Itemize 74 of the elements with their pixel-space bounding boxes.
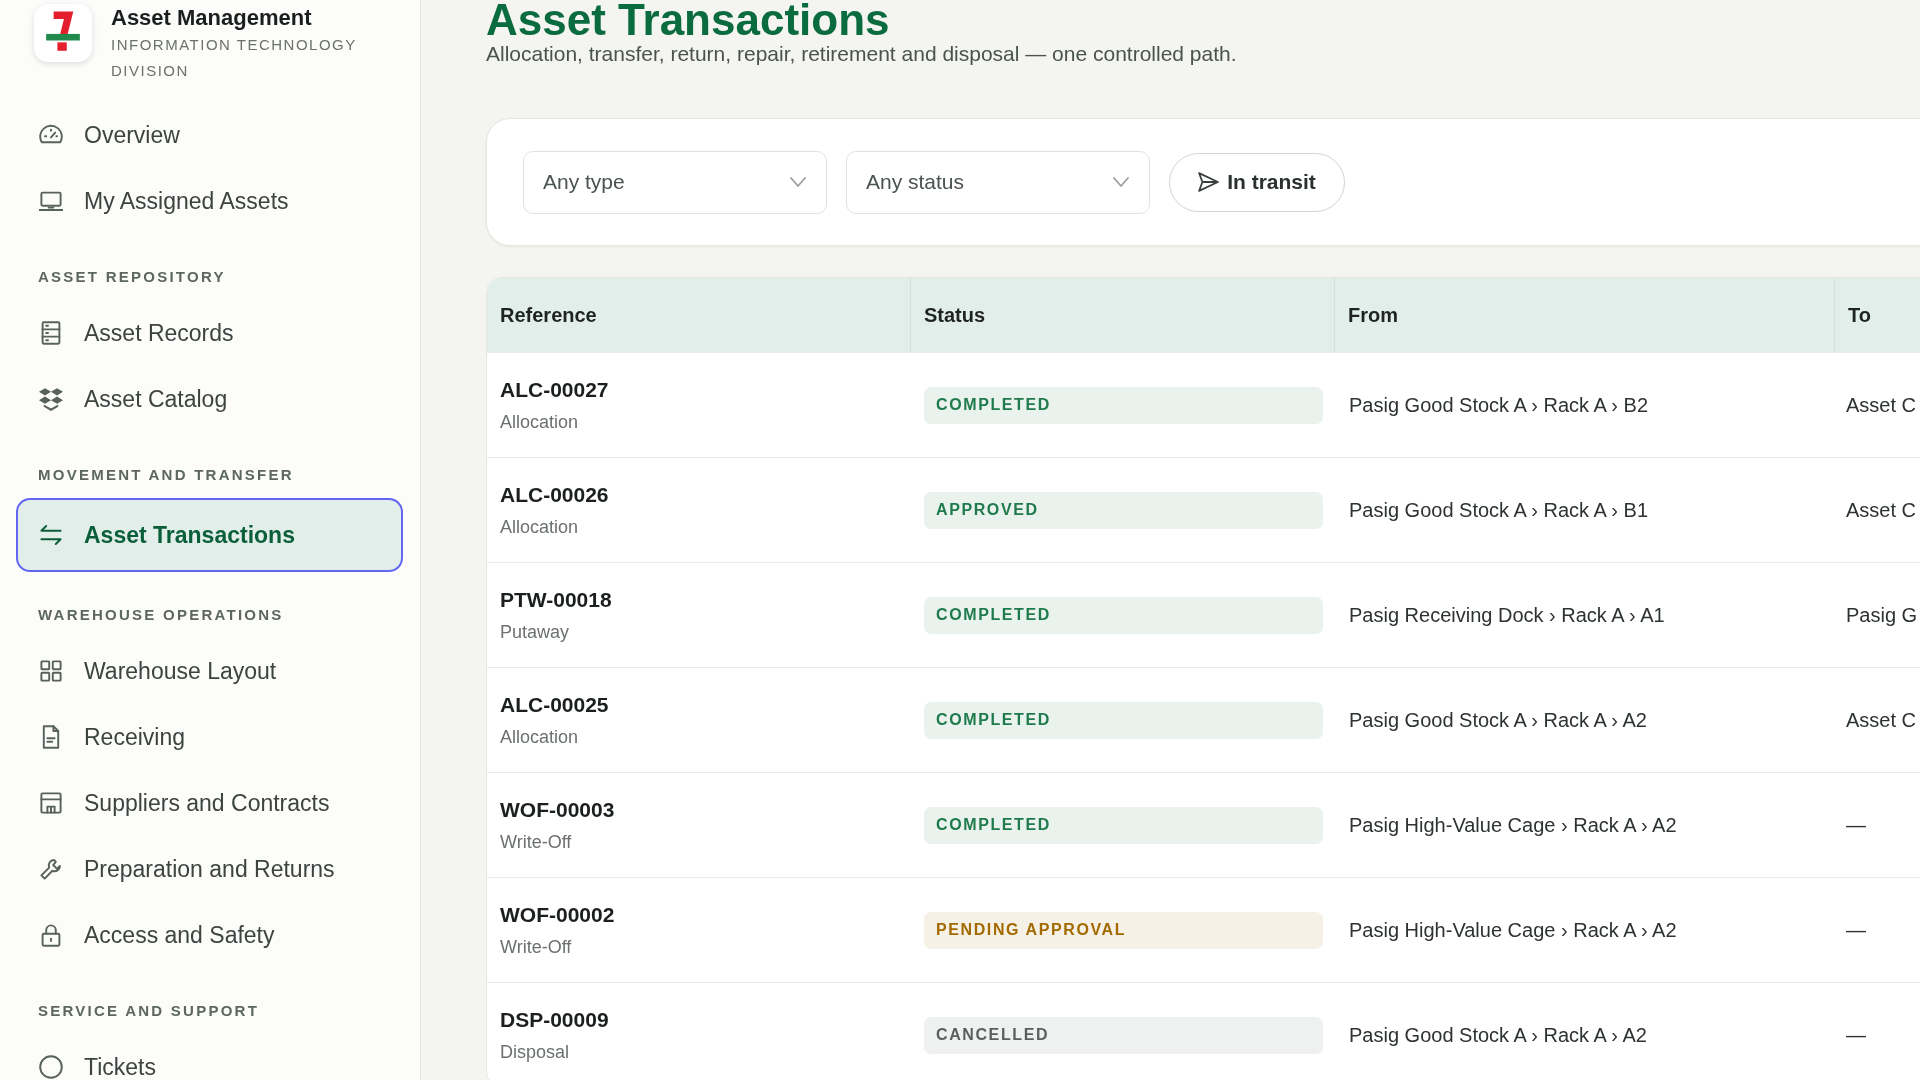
status-select[interactable]: Any status <box>846 150 1150 214</box>
storefront-icon <box>39 791 63 815</box>
from-location: Pasig Good Stock A › Rack A › B2 <box>1349 394 1649 416</box>
transaction-type: Allocation <box>500 515 579 539</box>
circle-icon <box>39 1055 63 1079</box>
transaction-type: Putaway <box>500 620 570 644</box>
type-select[interactable]: Any type <box>523 150 827 214</box>
cabinet-icon <box>39 321 63 345</box>
from-location: Pasig Good Stock A › Rack A › B1 <box>1349 499 1649 521</box>
column-header: Status <box>910 278 1334 352</box>
reference-number: ALC-00025 <box>500 691 609 718</box>
section-heading: MOVEMENT AND TRANSFER <box>37 465 294 485</box>
reference-number: WOF-00003 <box>500 796 615 823</box>
reference-number: DSP-00009 <box>500 1006 609 1033</box>
reference-number: PTW-00018 <box>500 586 612 613</box>
nav-item[interactable]: My Assigned Assets <box>16 168 403 234</box>
to-location: — <box>1846 1024 1866 1046</box>
nav-item[interactable]: Asset Transactions <box>16 498 403 572</box>
to-location: Asset C <box>1846 499 1917 521</box>
status-badge: COMPLETED <box>924 386 1323 424</box>
nav-item[interactable]: Tickets <box>16 1034 403 1080</box>
nav-item[interactable]: Suppliers and Contracts <box>16 770 403 836</box>
status-badge: CANCELLED <box>924 1016 1323 1054</box>
reference-number: ALC-00026 <box>500 481 609 508</box>
grid-icon <box>39 659 63 683</box>
section-heading: SERVICE AND SUPPORT <box>37 1001 260 1021</box>
reference-number: ALC-00027 <box>500 376 609 403</box>
nav-item[interactable]: Asset Catalog <box>16 366 403 432</box>
status-badge: COMPLETED <box>924 806 1323 844</box>
in-transit-button[interactable]: In transit <box>1169 152 1345 212</box>
boxes-icon <box>39 387 63 411</box>
page-subtitle: Allocation, transfer, return, repair, retirement and disposal — one controlled path. <box>486 41 1237 67</box>
chevron-down-icon <box>790 177 806 187</box>
transaction-type: Write-Off <box>500 935 572 959</box>
nav-item[interactable]: Overview <box>16 102 403 168</box>
to-location: — <box>1846 919 1866 941</box>
laptop-icon <box>39 189 63 213</box>
section-heading: WAREHOUSE OPERATIONS <box>37 605 284 625</box>
transaction-type: Write-Off <box>500 830 572 854</box>
reference-number: WOF-00002 <box>500 901 615 928</box>
column-header: Reference <box>499 303 598 328</box>
status-badge: COMPLETED <box>924 596 1323 634</box>
from-location: Pasig High-Value Cage › Rack A › A2 <box>1349 919 1677 941</box>
column-header: From <box>1334 278 1834 352</box>
to-location: Asset C <box>1846 709 1917 731</box>
lock-icon <box>39 923 63 947</box>
to-location: Pasig G <box>1846 604 1918 626</box>
section-heading: ASSET REPOSITORY <box>37 267 226 287</box>
send-icon <box>1198 172 1220 192</box>
nav-item[interactable]: Access and Safety <box>16 902 403 968</box>
status-badge: PENDING APPROVAL <box>924 911 1323 949</box>
status-badge: APPROVED <box>924 491 1323 529</box>
to-location: — <box>1846 814 1866 836</box>
transaction-type: Disposal <box>500 1040 570 1064</box>
to-location: Asset C <box>1846 394 1917 416</box>
status-badge: COMPLETED <box>924 701 1323 739</box>
logo-icon <box>34 4 92 62</box>
transaction-type: Allocation <box>500 410 579 434</box>
swap-arrows-icon <box>39 523 63 547</box>
transaction-type: Allocation <box>500 725 579 749</box>
from-location: Pasig Good Stock A › Rack A › A2 <box>1349 709 1647 731</box>
wrench-icon <box>39 857 63 881</box>
chevron-down-icon <box>1113 177 1129 187</box>
from-location: Pasig Good Stock A › Rack A › A2 <box>1349 1024 1647 1046</box>
brand-subtitle: INFORMATION TECHNOLOGY DIVISION <box>111 35 358 81</box>
from-location: Pasig Receiving Dock › Rack A › A1 <box>1349 604 1665 626</box>
nav-item[interactable]: Receiving <box>16 704 403 770</box>
column-header: To <box>1834 278 1920 352</box>
from-location: Pasig High-Value Cage › Rack A › A2 <box>1349 814 1677 836</box>
nav-item[interactable]: Preparation and Returns <box>16 836 403 902</box>
nav-item[interactable]: Warehouse Layout <box>16 638 403 704</box>
brand-title: Asset Management <box>111 4 313 32</box>
page-title: Asset Transactions <box>486 0 890 40</box>
nav-item[interactable]: Asset Records <box>16 300 403 366</box>
